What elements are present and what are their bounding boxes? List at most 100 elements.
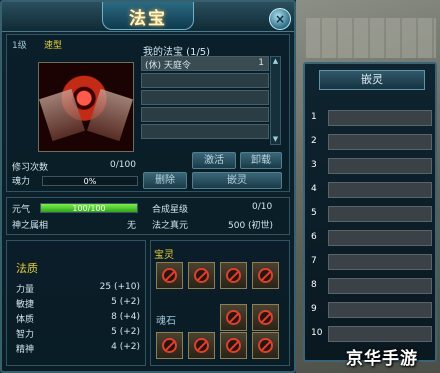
quality-value: 5 (+2): [111, 297, 140, 307]
spirit-slot[interactable]: [220, 262, 247, 289]
embed-row-number: 9: [311, 304, 317, 314]
scroll-down-icon[interactable]: ▼: [271, 135, 280, 144]
god-attr-label: 神之属相: [12, 221, 49, 231]
quality-label: 敏捷: [16, 300, 35, 310]
embed-row-field[interactable]: [328, 230, 432, 246]
yuanqi-bar: 100/100: [40, 203, 138, 213]
scroll-up-icon[interactable]: ▲: [271, 57, 280, 66]
stone-slot[interactable]: [252, 332, 279, 359]
embed-row-field[interactable]: [328, 326, 432, 342]
embed-row[interactable]: 7: [311, 254, 432, 270]
forbidden-icon: [194, 338, 209, 353]
watermark: 京华手游: [346, 349, 418, 369]
embed-row[interactable]: 1: [311, 110, 432, 126]
quality-label: 智力: [16, 330, 35, 340]
embed-row[interactable]: 6: [311, 230, 432, 246]
embed-row-field[interactable]: [328, 158, 432, 174]
star-label: 合成星级: [152, 205, 189, 215]
list-item-count: 1: [258, 58, 264, 68]
star-value: 0/10: [252, 202, 273, 212]
portrait-wing-right: [87, 88, 133, 142]
delete-button[interactable]: 删除: [143, 172, 187, 189]
list-scrollbar[interactable]: ▲ ▼: [270, 56, 281, 145]
portrait-wing-left: [39, 88, 85, 142]
list-item[interactable]: (休) 天庭令 1: [141, 56, 269, 71]
embed-row-number: 10: [311, 328, 323, 338]
list-item[interactable]: [141, 107, 269, 122]
yuanqi-bar-text: 100/100: [72, 204, 106, 213]
embed-row[interactable]: 5: [311, 206, 432, 222]
quality-value: 4 (+2): [111, 342, 140, 352]
forbidden-icon: [162, 268, 177, 283]
quality-label: 精神: [16, 345, 35, 355]
god-attr-value: 无: [127, 221, 137, 231]
stone-slot[interactable]: [188, 332, 215, 359]
embed-row-number: 4: [311, 184, 317, 194]
embed-row-field[interactable]: [328, 302, 432, 318]
spirit-slot[interactable]: [156, 262, 183, 289]
true-origin-label: 法之真元: [152, 221, 189, 231]
window-title: 法宝: [129, 9, 167, 29]
spirit-slot[interactable]: [252, 262, 279, 289]
embed-row-number: 3: [311, 160, 317, 170]
quality-value: 5 (+2): [111, 327, 140, 337]
embed-row-field[interactable]: [328, 182, 432, 198]
activate-button[interactable]: 激活: [192, 152, 236, 169]
treasure-window: 法宝 × 1级 速型 我的法宝 (1/5) (休) 天庭令 1 ▲ ▼ 激活 卸…: [0, 0, 296, 373]
forbidden-icon: [226, 268, 241, 283]
embed-row-field[interactable]: [328, 110, 432, 126]
list-item[interactable]: [141, 124, 269, 139]
embed-panel-title: 嵌灵: [319, 70, 425, 90]
forbidden-icon: [226, 310, 241, 325]
stone-slot[interactable]: [156, 332, 183, 359]
close-icon[interactable]: ×: [269, 8, 291, 30]
embed-row[interactable]: 8: [311, 278, 432, 294]
list-item-name: (休) 天庭令: [145, 61, 191, 71]
yuanqi-label: 元气: [12, 205, 31, 215]
embed-row[interactable]: 3: [311, 158, 432, 174]
practice-count-value: 0/100: [110, 160, 136, 170]
embed-row[interactable]: 9: [311, 302, 432, 318]
embed-row-field[interactable]: [328, 134, 432, 150]
soul-progress-bar: 0%: [42, 176, 138, 186]
embed-button[interactable]: 嵌灵: [192, 172, 282, 189]
list-item[interactable]: [141, 90, 269, 105]
forbidden-icon: [258, 268, 273, 283]
spirit-slot[interactable]: [188, 262, 215, 289]
embed-row[interactable]: 10: [311, 326, 432, 342]
embed-panel: 嵌灵 1 2 3 4 5 6 7 8 9 10: [303, 62, 437, 362]
my-treasures-list: (休) 天庭令 1: [141, 56, 269, 141]
treasure-type: 速型: [44, 41, 63, 51]
embed-row-number: 2: [311, 136, 317, 146]
embed-row-number: 1: [311, 112, 317, 122]
embed-row[interactable]: 2: [311, 134, 432, 150]
quality-label: 体质: [16, 315, 35, 325]
quality-value: 25 (+10): [99, 282, 140, 292]
embed-row-field[interactable]: [328, 206, 432, 222]
scenery-wall: [306, 18, 436, 58]
treasure-portrait: [38, 62, 134, 152]
quality-title: 法质: [16, 262, 38, 275]
embed-row-field[interactable]: [328, 278, 432, 294]
stone-slot[interactable]: [220, 304, 247, 331]
embed-row[interactable]: 4: [311, 182, 432, 198]
embed-row-number: 8: [311, 280, 317, 290]
quality-label: 力量: [16, 285, 35, 295]
unload-button[interactable]: 卸载: [240, 152, 282, 169]
forbidden-icon: [162, 338, 177, 353]
list-item[interactable]: [141, 73, 269, 88]
soul-label: 魂力: [12, 177, 31, 187]
treasure-level: 1级: [12, 41, 27, 51]
stone-slot[interactable]: [220, 332, 247, 359]
true-origin-value: 500 (初世): [228, 221, 274, 231]
soul-progress-text: 0%: [83, 177, 97, 186]
stone-slot[interactable]: [252, 304, 279, 331]
forbidden-icon: [226, 338, 241, 353]
embed-row-number: 5: [311, 208, 317, 218]
embed-row-number: 7: [311, 256, 317, 266]
forbidden-icon: [194, 268, 209, 283]
spirit-title: 宝灵: [154, 250, 174, 261]
quality-value: 8 (+4): [111, 312, 140, 322]
embed-row-field[interactable]: [328, 254, 432, 270]
practice-count-label: 修习次数: [12, 163, 49, 173]
